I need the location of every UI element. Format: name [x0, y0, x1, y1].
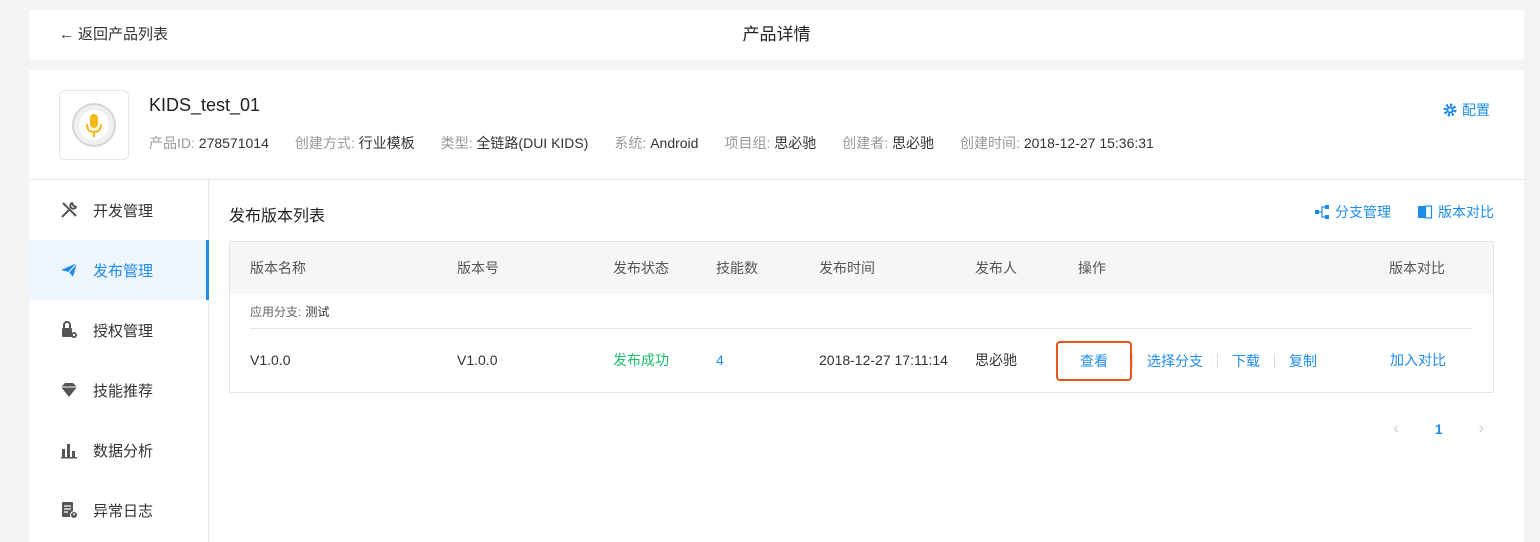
sidebar-item-data-analysis[interactable]: 数据分析: [29, 420, 208, 480]
column-header: 发布人: [975, 260, 1017, 276]
lock-gear-icon: [59, 320, 79, 340]
top-bar: ← 返回产品列表 产品详情: [29, 10, 1524, 60]
view-button[interactable]: 查看: [1056, 340, 1132, 381]
cell-version-number: V1.0.0: [457, 352, 498, 368]
meta-create-time: 创建时间: 2018-12-27 15:36:31: [960, 135, 1154, 151]
config-label: 配置: [1462, 102, 1490, 118]
column-header: 技能数: [716, 260, 758, 276]
meta-create-method: 创建方式: 行业模板: [294, 135, 415, 151]
main-content: 发布版本列表 分支管理 版本对比 版本名称 版本号 发布状态 技能数 发布时间 …: [229, 180, 1494, 542]
branch-group-row: 应用分支: 测试: [250, 294, 1473, 329]
sidebar-item-label: 授权管理: [93, 322, 154, 340]
sidebar: 开发管理 发布管理 授权管理 技能推荐 数据分析 异常日志: [29, 180, 209, 542]
cell-version-name: V1.0.0: [250, 352, 291, 368]
microphone-icon: [72, 103, 116, 147]
copy-button[interactable]: 复制: [1289, 351, 1317, 371]
product-name: KIDS_test_01: [149, 95, 261, 115]
cell-status: 发布成功: [613, 352, 669, 368]
table-header: 版本名称 版本号 发布状态 技能数 发布时间 发布人 操作 版本对比: [230, 242, 1493, 294]
sidebar-item-release-manage[interactable]: 发布管理: [29, 240, 209, 300]
pagination: ‹ 1 ›: [1394, 420, 1484, 438]
chevron-left-icon[interactable]: ‹: [1394, 420, 1399, 438]
gear-icon: [1443, 103, 1457, 117]
meta-type: 类型: 全链路(DUI KIDS): [440, 135, 589, 151]
column-header: 版本名称: [250, 260, 306, 276]
sidebar-item-label: 异常日志: [93, 502, 154, 520]
sidebar-item-label: 数据分析: [93, 442, 154, 460]
column-header: 版本对比: [1389, 260, 1445, 276]
version-table: 版本名称 版本号 发布状态 技能数 发布时间 发布人 操作 版本对比 应用分支:…: [229, 241, 1494, 393]
column-header: 版本号: [457, 260, 499, 276]
log-alert-icon: [59, 500, 79, 520]
sidebar-item-auth-manage[interactable]: 授权管理: [29, 300, 208, 360]
branch-icon: [1315, 205, 1329, 219]
config-button[interactable]: 配置: [1442, 100, 1490, 120]
section-title: 发布版本列表: [229, 208, 326, 225]
column-header: 发布时间: [819, 260, 875, 276]
sidebar-item-dev-manage[interactable]: 开发管理: [29, 180, 208, 240]
paper-plane-icon: [59, 260, 79, 280]
bar-chart-icon: [59, 440, 79, 460]
separator: [1274, 353, 1275, 368]
cell-skill-count-link[interactable]: 4: [716, 329, 724, 392]
meta-product-id: 产品ID: 278571014: [149, 135, 269, 151]
cell-publisher: 思必驰: [975, 352, 1017, 368]
sidebar-item-label: 技能推荐: [93, 382, 154, 400]
sidebar-item-label: 发布管理: [93, 262, 154, 280]
sidebar-item-error-log[interactable]: 异常日志: [29, 480, 208, 540]
separator: [1217, 353, 1218, 368]
add-to-compare-button[interactable]: 加入对比: [1390, 329, 1446, 392]
cell-publish-time: 2018-12-27 17:11:14: [819, 352, 948, 368]
column-header: 操作: [1078, 260, 1106, 276]
meta-project-group: 项目组: 思必驰: [724, 135, 817, 151]
product-meta: 产品ID: 278571014 创建方式: 行业模板 类型: 全链路(DUI K…: [149, 133, 1154, 153]
select-branch-button[interactable]: 选择分支: [1147, 351, 1203, 371]
chevron-right-icon[interactable]: ›: [1479, 420, 1484, 438]
table-row: V1.0.0 V1.0.0 发布成功 4 2018-12-27 17:11:14…: [230, 329, 1493, 392]
cell-operations: 查看 选择分支 下载 复制: [1056, 329, 1317, 392]
diamond-icon: [59, 380, 79, 400]
meta-creator: 创建者: 思必驰: [842, 135, 935, 151]
page-number-current[interactable]: 1: [1435, 421, 1443, 437]
version-compare-button[interactable]: 版本对比: [1417, 202, 1494, 222]
page-title: 产品详情: [742, 25, 811, 44]
meta-system: 系统: Android: [614, 135, 699, 151]
compare-icon: [1418, 205, 1433, 219]
product-logo: [59, 90, 129, 160]
product-header: KIDS_test_01 产品ID: 278571014 创建方式: 行业模板 …: [29, 70, 1524, 180]
branch-manage-button[interactable]: 分支管理: [1314, 202, 1391, 222]
tools-icon: [59, 200, 79, 220]
sidebar-item-label: 开发管理: [93, 202, 154, 220]
download-button[interactable]: 下载: [1232, 351, 1260, 371]
separator: [1132, 353, 1133, 368]
top-actions: 分支管理 版本对比: [1314, 202, 1494, 222]
column-header: 发布状态: [613, 260, 669, 276]
sidebar-item-skill-recommend[interactable]: 技能推荐: [29, 360, 208, 420]
product-card: KIDS_test_01 产品ID: 278571014 创建方式: 行业模板 …: [29, 70, 1524, 542]
